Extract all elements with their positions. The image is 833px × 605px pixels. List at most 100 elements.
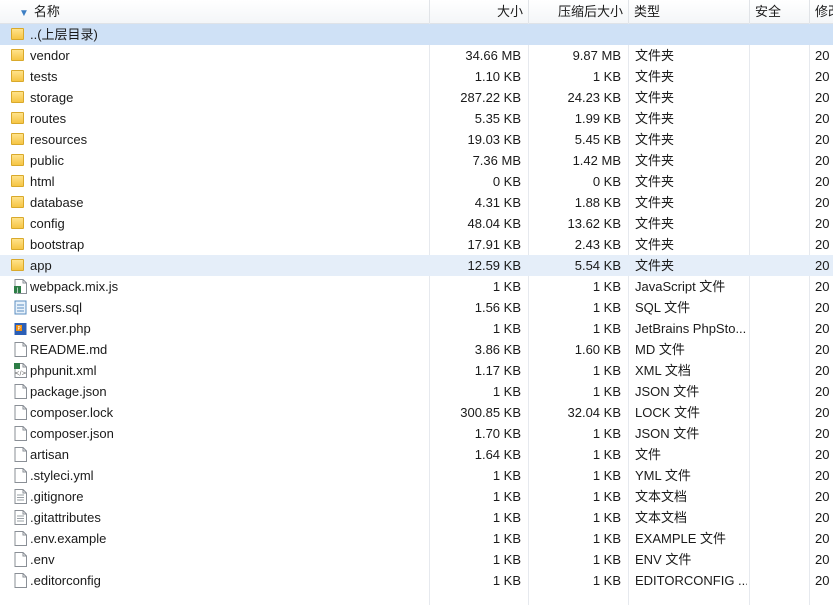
table-row[interactable]: README.md 3.86 KB 1.60 KB MD 文件 20 [0, 339, 833, 360]
file-type: EDITORCONFIG ... [635, 573, 747, 588]
table-row[interactable]: .styleci.yml 1 KB 1 KB YML 文件 20 [0, 465, 833, 486]
file-name: public [30, 153, 64, 168]
compressed-size: 1 KB [592, 573, 621, 588]
column-header-security[interactable]: 安全 [750, 0, 810, 23]
compressed-size: 1 KB [592, 300, 621, 315]
file-name: .gitignore [30, 489, 84, 504]
name-cell: tests [10, 66, 420, 87]
file-type: 文件夹 [635, 174, 675, 189]
name-cell: Jwebpack.mix.js [10, 276, 420, 297]
compressed-size: 2.43 KB [574, 237, 621, 252]
file-type: 文件夹 [635, 132, 675, 147]
table-row[interactable]: routes 5.35 KB 1.99 KB 文件夹 20 [0, 108, 833, 129]
file-name: vendor [30, 48, 70, 63]
column-header-type[interactable]: 类型 [629, 0, 750, 23]
column-header-name[interactable]: ▼ 名称 [0, 0, 430, 23]
file-name: storage [30, 90, 74, 105]
file-size: 1.10 KB [474, 69, 521, 84]
name-cell: </> phpunit.xml [10, 360, 420, 381]
table-row[interactable]: config 48.04 KB 13.62 KB 文件夹 20 [0, 213, 833, 234]
name-cell: .env [10, 549, 420, 570]
folder-icon [11, 196, 24, 208]
modified-date: 20 [815, 531, 830, 546]
table-row[interactable]: .editorconfig 1 KB 1 KB EDITORCONFIG ... 20 [0, 570, 833, 591]
table-row[interactable]: bootstrap 17.91 KB 2.43 KB 文件夹 20 [0, 234, 833, 255]
file-size: 1 KB [492, 384, 521, 399]
table-row[interactable]: Jwebpack.mix.js 1 KB 1 KB JavaScript 文件 20 [0, 276, 833, 297]
table-row[interactable]: users.sql 1.56 KB 1 KB SQL 文件 20 [0, 297, 833, 318]
compressed-size: 1.99 KB [574, 111, 621, 126]
column-header-compressed-size[interactable]: 压缩后大小 [529, 0, 629, 23]
name-cell: vendor [10, 45, 420, 66]
file-name: users.sql [30, 300, 83, 315]
compressed-size: 13.62 KB [567, 216, 622, 231]
table-row[interactable]: html 0 KB 0 KB 文件夹 20 [0, 171, 833, 192]
column-header-size[interactable]: 大小 [430, 0, 529, 23]
file-type: 文件夹 [635, 216, 675, 231]
folder-icon [11, 238, 24, 250]
table-row[interactable]: Pserver.php 1 KB 1 KB JetBrains PhpSto... 20 [0, 318, 833, 339]
file-icon [14, 447, 27, 462]
file-size: 17.91 KB [467, 237, 522, 252]
file-type: 文件夹 [635, 90, 675, 105]
table-row[interactable]: composer.lock 300.85 KB 32.04 KB LOCK 文件 20 [0, 402, 833, 423]
compressed-size: 5.54 KB [574, 258, 621, 273]
file-size: 3.86 KB [474, 342, 521, 357]
compressed-size: 1 KB [592, 447, 621, 462]
folder-icon [11, 154, 24, 166]
file-size: 4.31 KB [474, 195, 521, 210]
file-icon [14, 468, 27, 483]
table-row[interactable]: .gitattributes 1 KB 1 KB 文本文档 20 [0, 507, 833, 528]
file-list-table: ▼名称 大小 压缩后大小 类型 安全 修改 ..(上层目录) vendor 34.… [0, 0, 833, 605]
file-type: EXAMPLE 文件 [635, 531, 727, 546]
js-file-icon: J [14, 279, 27, 294]
svg-text:</>: </> [14, 370, 26, 377]
file-size: 1 KB [492, 573, 521, 588]
table-row[interactable]: database 4.31 KB 1.88 KB 文件夹 20 [0, 192, 833, 213]
folder-icon [11, 259, 24, 271]
parent-directory-row[interactable]: ..(上层目录) [0, 24, 833, 45]
name-cell: routes [10, 108, 420, 129]
file-type: 文本文档 [635, 510, 688, 525]
modified-date: 20 [815, 489, 830, 504]
file-size: 19.03 KB [467, 132, 522, 147]
file-size: 1 KB [492, 531, 521, 546]
modified-date: 20 [815, 321, 830, 336]
compressed-size: 1 KB [592, 69, 621, 84]
file-name: app [30, 258, 52, 273]
column-header-modified[interactable]: 修改 [810, 0, 833, 23]
folder-icon [11, 133, 24, 145]
table-row[interactable]: composer.json 1.70 KB 1 KB JSON 文件 20 [0, 423, 833, 444]
table-row[interactable]: app 12.59 KB 5.54 KB 文件夹 20 [0, 255, 833, 276]
table-row[interactable]: .env.example 1 KB 1 KB EXAMPLE 文件 20 [0, 528, 833, 549]
file-icon [14, 405, 27, 420]
file-name: database [30, 195, 84, 210]
modified-date: 20 [815, 153, 830, 168]
modified-date: 20 [815, 216, 830, 231]
table-row[interactable]: .gitignore 1 KB 1 KB 文本文档 20 [0, 486, 833, 507]
table-row[interactable]: package.json 1 KB 1 KB JSON 文件 20 [0, 381, 833, 402]
file-icon [14, 426, 27, 441]
table-row[interactable]: resources 19.03 KB 5.45 KB 文件夹 20 [0, 129, 833, 150]
file-icon [14, 552, 27, 567]
modified-date: 20 [815, 447, 830, 462]
file-size: 287.22 KB [460, 90, 521, 105]
table-row[interactable]: public 7.36 MB 1.42 MB 文件夹 20 [0, 150, 833, 171]
modified-date: 20 [815, 279, 830, 294]
table-row[interactable]: tests 1.10 KB 1 KB 文件夹 20 [0, 66, 833, 87]
name-cell: public [10, 150, 420, 171]
compressed-size: 1 KB [592, 468, 621, 483]
compressed-size: 1 KB [592, 426, 621, 441]
modified-date: 20 [815, 510, 830, 525]
table-row[interactable]: </> phpunit.xml 1.17 KB 1 KB XML 文档 20 [0, 360, 833, 381]
file-size: 34.66 MB [465, 48, 521, 63]
file-type: 文件夹 [635, 195, 675, 210]
table-row[interactable]: storage 287.22 KB 24.23 KB 文件夹 20 [0, 87, 833, 108]
name-cell: ..(上层目录) [10, 24, 420, 45]
text-file-icon [14, 510, 27, 525]
table-row[interactable]: .env 1 KB 1 KB ENV 文件 20 [0, 549, 833, 570]
name-cell: .gitattributes [10, 507, 420, 528]
file-size: 5.35 KB [474, 111, 521, 126]
table-row[interactable]: artisan 1.64 KB 1 KB 文件 20 [0, 444, 833, 465]
table-row[interactable]: vendor 34.66 MB 9.87 MB 文件夹 20 [0, 45, 833, 66]
